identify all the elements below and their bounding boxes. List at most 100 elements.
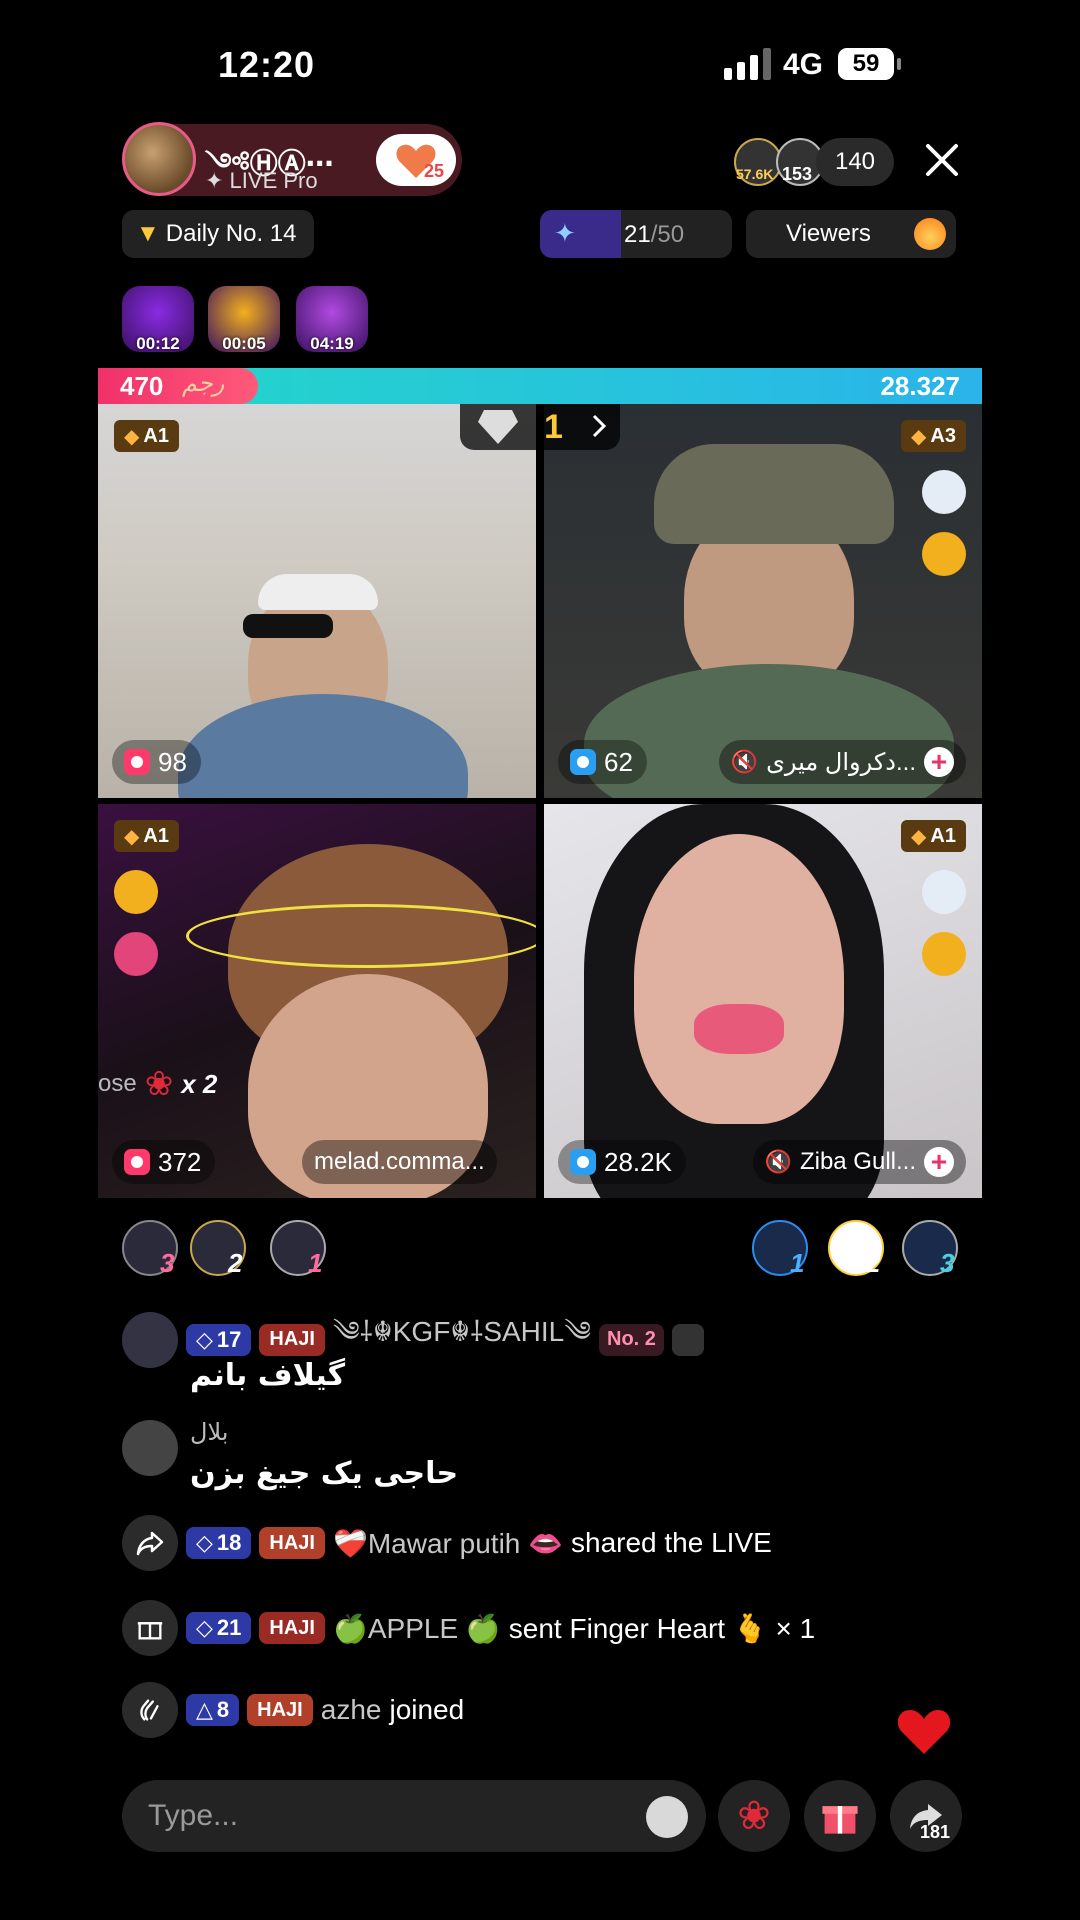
chat-message-text: حاجی یک جیغ بزن xyxy=(190,1456,459,1491)
guest-video-tile-3[interactable]: ◆ A1 372 melad.comma... xyxy=(98,804,536,1198)
second-viewer-badge: 153 xyxy=(782,164,813,184)
goal-progress-chip[interactable]: ✦ 21/50 xyxy=(540,210,732,258)
viewers-label: Viewers xyxy=(786,220,871,247)
goal-total: /50 xyxy=(650,221,685,248)
guest-name-pill[interactable]: melad.comma... xyxy=(302,1140,497,1184)
chat-message-text: گیلاف بانم xyxy=(190,1358,346,1393)
chat-event-text: sent Finger Heart 🫰 × 1 xyxy=(508,1612,816,1644)
guest-face xyxy=(634,834,844,1124)
haji-badge: HAJI xyxy=(259,1323,325,1356)
alarm-icon xyxy=(124,1149,150,1175)
daily-rank-chip[interactable]: ▼ Daily No. 14 xyxy=(122,210,314,258)
gift-box-icon xyxy=(822,1806,858,1834)
battle-right-score: 28.327 xyxy=(880,371,960,401)
follow-button[interactable]: 25 xyxy=(376,134,456,186)
grade-badge: ◆ A3 xyxy=(901,420,966,452)
grade-badge: ◆ A1 xyxy=(114,820,179,852)
guest-video-tile-1[interactable]: ◆ A1 98 xyxy=(98,404,536,798)
guest-name: Ziba Gull... xyxy=(799,1148,916,1175)
hammer-icon[interactable] xyxy=(922,870,966,914)
gift-float: ose ❀ x 2 xyxy=(98,1064,217,1104)
top-viewer-badge: 57.6K xyxy=(736,166,774,182)
chat-username[interactable]: ༄⸸☬KGF☬⸸SAHIL༄ xyxy=(333,1300,591,1379)
thumb-icon: ▼ xyxy=(136,220,160,247)
chat-avatar[interactable] xyxy=(122,1420,178,1476)
x2-boost-icon[interactable] xyxy=(922,932,966,976)
status-time: 12:20 xyxy=(218,44,316,85)
bucket-hat-shape xyxy=(654,444,894,544)
rose-gift-button[interactable]: ❀ xyxy=(718,1780,790,1852)
group-icon xyxy=(671,1323,704,1356)
gift-icon xyxy=(122,1600,178,1656)
guest-name-pill[interactable]: 🔇 دکروال میری... + xyxy=(718,740,966,784)
add-icon[interactable]: + xyxy=(924,1147,954,1177)
alarm-icon xyxy=(570,749,596,775)
host-subtitle: ✦ LIVE Pro xyxy=(205,168,318,193)
guest-body xyxy=(178,694,468,798)
tile-score: 372 xyxy=(112,1140,216,1184)
chat-username[interactable]: بلال xyxy=(190,1418,228,1447)
boost-timer-text: 00:05 xyxy=(222,334,266,353)
chevron-right-icon xyxy=(592,414,607,438)
level-badge: ◇ 21 xyxy=(186,1612,252,1644)
close-icon[interactable] xyxy=(922,140,962,180)
comment-box[interactable] xyxy=(122,1780,706,1852)
x2-boost-icon[interactable] xyxy=(922,532,966,576)
chat-username[interactable]: 🍏APPLE 🍏 xyxy=(333,1612,501,1645)
level-badge: ◇ 17 xyxy=(186,1323,252,1356)
emoji-icon[interactable] xyxy=(646,1796,688,1838)
share-icon xyxy=(122,1515,178,1571)
supporter-rank: 2 xyxy=(866,1248,881,1278)
guest-video-tile-4[interactable]: ◆ A1 28.2K 🔇 Ziba Gull... + xyxy=(544,804,982,1198)
haji-badge: HAJI xyxy=(259,1527,325,1559)
chat-event-text: joined xyxy=(389,1694,465,1725)
share-count: 181 xyxy=(920,1822,951,1842)
viewers-chip[interactable]: Viewers xyxy=(746,210,956,258)
star-icon: ✦ xyxy=(554,218,576,248)
chat-join-event: △ 8 HAJI azhe joined xyxy=(122,1682,464,1738)
viewer-count[interactable]: 140 xyxy=(816,138,894,186)
comment-input[interactable] xyxy=(148,1780,628,1852)
chat-event-text: shared the LIVE xyxy=(571,1527,772,1558)
boost-timer-icon[interactable] xyxy=(114,932,158,976)
network-type: 4G xyxy=(783,48,824,81)
goal-current: 21 xyxy=(624,221,651,248)
follow-count: 25 xyxy=(423,161,444,181)
gift-button[interactable] xyxy=(804,1780,876,1852)
gift-float-text: ose xyxy=(98,1070,137,1097)
wave-hand-icon xyxy=(122,1682,178,1738)
x2-boost-icon[interactable] xyxy=(114,870,158,914)
boost-timer-icon[interactable]: 00:12 xyxy=(122,286,194,353)
chat-username[interactable]: ❤️‍🩹Mawar putih 👄 xyxy=(333,1527,563,1560)
win-streak-tab[interactable]: 1 xyxy=(460,404,620,450)
add-icon[interactable]: + xyxy=(924,747,954,777)
gift-float-count: x 2 xyxy=(181,1068,218,1099)
tile-score: 62 xyxy=(558,740,647,784)
muted-icon: 🔇 xyxy=(730,749,759,774)
supporter-rank: 1 xyxy=(308,1248,323,1278)
chat-avatar[interactable] xyxy=(122,1311,178,1368)
haji-badge: HAJI xyxy=(259,1612,325,1644)
diamond-icon xyxy=(478,410,518,444)
level-badge: △ 8 xyxy=(186,1694,240,1726)
boost-timer-icon[interactable]: 04:19 xyxy=(296,286,368,353)
battle-score-bar: 470 ﺭﺟﻢ 28.327 xyxy=(98,368,982,404)
chat-gift-event: ◇ 21 HAJI 🍏APPLE 🍏 sent Finger Heart 🫰 ×… xyxy=(122,1600,815,1656)
win-streak-count: 1 xyxy=(544,408,563,446)
boost-timer-text: 04:19 xyxy=(310,334,354,353)
guest-video-tile-2[interactable]: ◆ A3 62 🔇 دکروال میری... + xyxy=(544,404,982,798)
chat-username[interactable]: azhe xyxy=(321,1694,382,1726)
supporter-rank: 1 xyxy=(790,1248,805,1278)
mouth-shape xyxy=(694,1004,784,1054)
boost-timer-icon[interactable]: 00:05 xyxy=(208,286,280,353)
battle-left-tag: ﺭﺟﻢ xyxy=(182,370,225,397)
tile-score: 28.2K xyxy=(558,1140,686,1184)
host-avatar[interactable] xyxy=(122,122,196,196)
rank-badge: No. 2 xyxy=(599,1323,664,1356)
hammer-icon[interactable] xyxy=(922,470,966,514)
supporter-rank: 3 xyxy=(940,1248,955,1278)
guest-name: melad.comma... xyxy=(314,1148,485,1175)
battle-left-score: 470 xyxy=(120,371,164,401)
guest-name-pill[interactable]: 🔇 Ziba Gull... + xyxy=(752,1140,966,1184)
signal-icon xyxy=(724,48,771,80)
